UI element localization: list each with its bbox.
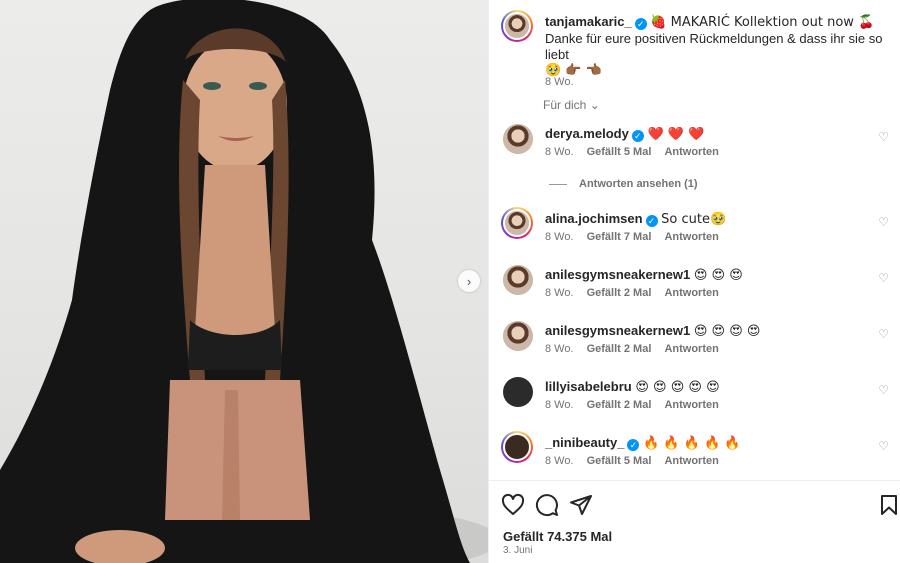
author-avatar[interactable]: [501, 10, 533, 42]
chevron-down-icon: ⌄: [589, 98, 600, 112]
caption-line2: Danke für eure positiven Rückmeldungen &…: [545, 31, 883, 62]
view-replies-label: Antworten ansehen (1): [579, 178, 698, 190]
verified-icon: ✓: [634, 18, 647, 30]
comment-item: derya.melody ✓ ❤️ ❤️ ❤️ 8 Wo. Gefällt 5 M…: [501, 124, 900, 172]
comment-item: anilesgymsneakernew1 😍 😍 😍 8 Wo. Gefällt…: [501, 265, 900, 313]
bookmark-icon[interactable]: [877, 493, 900, 517]
reply-button[interactable]: Antworten: [664, 231, 718, 243]
commenter-username[interactable]: alina.jochimsen: [545, 211, 643, 226]
comment-text: So cute🥹: [661, 212, 727, 227]
chevron-right-icon: ›: [466, 273, 472, 289]
comment-text: 😍 😍 😍 😍: [693, 324, 761, 339]
comment-time: 8 Wo.: [545, 343, 574, 355]
comment-time: 8 Wo.: [545, 399, 574, 411]
heart-icon[interactable]: ♡: [878, 327, 889, 341]
commenter-username[interactable]: derya.melody: [545, 126, 629, 141]
comment-likes[interactable]: Gefällt 7 Mal: [587, 231, 652, 243]
comment-time: 8 Wo.: [545, 146, 574, 158]
heart-icon[interactable]: ♡: [878, 215, 889, 229]
comment-icon[interactable]: [535, 493, 559, 517]
divider: [549, 183, 567, 185]
heart-icon[interactable]: ♡: [878, 383, 889, 397]
commenter-username[interactable]: _ninibeauty_: [545, 435, 624, 450]
comment-likes[interactable]: Gefällt 2 Mal: [587, 287, 652, 299]
heart-icon[interactable]: ♡: [878, 271, 889, 285]
comment-text: 🔥 🔥 🔥 🔥 🔥: [643, 436, 741, 451]
commenter-avatar[interactable]: [503, 377, 533, 407]
comment-likes[interactable]: Gefällt 5 Mal: [587, 455, 652, 467]
author-username[interactable]: tanjamakaric_: [545, 14, 632, 29]
comments-filter-dropdown[interactable]: Für dich ⌄: [543, 98, 600, 112]
comment-item: anilesgymsneakernew1 😍 😍 😍 😍 8 Wo. Gefäl…: [501, 321, 900, 369]
comment-text: ❤️ ❤️ ❤️: [647, 127, 705, 142]
comment-likes[interactable]: Gefällt 5 Mal: [587, 146, 652, 158]
share-icon[interactable]: [569, 493, 593, 517]
reply-button[interactable]: Antworten: [664, 455, 718, 467]
post-sidebar: tanjamakaric_ ✓ 🍓 MAKARIĆ Kollektion out …: [488, 0, 900, 563]
commenter-avatar[interactable]: [503, 321, 533, 351]
heart-icon[interactable]: [501, 493, 525, 517]
post-date: 3. Juni: [503, 545, 533, 556]
verified-icon: ✓: [631, 130, 644, 142]
post-actions: Gefällt 74.375 Mal 3. Juni: [489, 480, 900, 563]
view-replies-button[interactable]: Antworten ansehen (1): [549, 178, 698, 190]
commenter-avatar[interactable]: [503, 265, 533, 295]
commenter-avatar[interactable]: [501, 207, 533, 239]
verified-icon: ✓: [627, 439, 640, 451]
post-time: 8 Wo.: [545, 76, 574, 88]
comment-item: alina.jochimsen ✓ So cute🥹 8 Wo. Gefällt …: [501, 207, 900, 257]
photo-illustration: [0, 0, 488, 563]
reply-button[interactable]: Antworten: [664, 287, 718, 299]
verified-icon: ✓: [645, 215, 658, 227]
comment-text: 😍 😍 😍 😍 😍: [635, 380, 720, 395]
caption-line1: 🍓 MAKARIĆ Kollektion out now 🍒: [650, 15, 875, 30]
commenter-username[interactable]: lillyisabelebru: [545, 379, 632, 394]
comment-item: lillyisabelebru 😍 😍 😍 😍 😍 8 Wo. Gefällt …: [501, 377, 900, 425]
comments-filter-label: Für dich: [543, 98, 587, 112]
comment-time: 8 Wo.: [545, 287, 574, 299]
comment-text: 😍 😍 😍: [693, 268, 743, 283]
reply-button[interactable]: Antworten: [664, 146, 718, 158]
comment-likes[interactable]: Gefällt 2 Mal: [587, 399, 652, 411]
post-image[interactable]: ›: [0, 0, 488, 563]
comment-time: 8 Wo.: [545, 231, 574, 243]
reply-button[interactable]: Antworten: [664, 399, 718, 411]
commenter-avatar[interactable]: [501, 431, 533, 463]
likes-count[interactable]: Gefällt 74.375 Mal: [503, 529, 612, 544]
reply-button[interactable]: Antworten: [664, 343, 718, 355]
heart-icon[interactable]: ♡: [878, 439, 889, 453]
comment-time: 8 Wo.: [545, 455, 574, 467]
commenter-avatar[interactable]: [503, 124, 533, 154]
comment-likes[interactable]: Gefällt 2 Mal: [587, 343, 652, 355]
heart-icon[interactable]: ♡: [878, 130, 889, 144]
next-image-button[interactable]: ›: [458, 270, 480, 292]
commenter-username[interactable]: anilesgymsneakernew1: [545, 267, 690, 282]
caption-emojis: 🥹 👉🏾 👈🏾: [545, 63, 602, 78]
comment-item: _ninibeauty_ ✓ 🔥 🔥 🔥 🔥 🔥 8 Wo. Gefällt 5 …: [501, 431, 900, 481]
commenter-username[interactable]: anilesgymsneakernew1: [545, 323, 690, 338]
